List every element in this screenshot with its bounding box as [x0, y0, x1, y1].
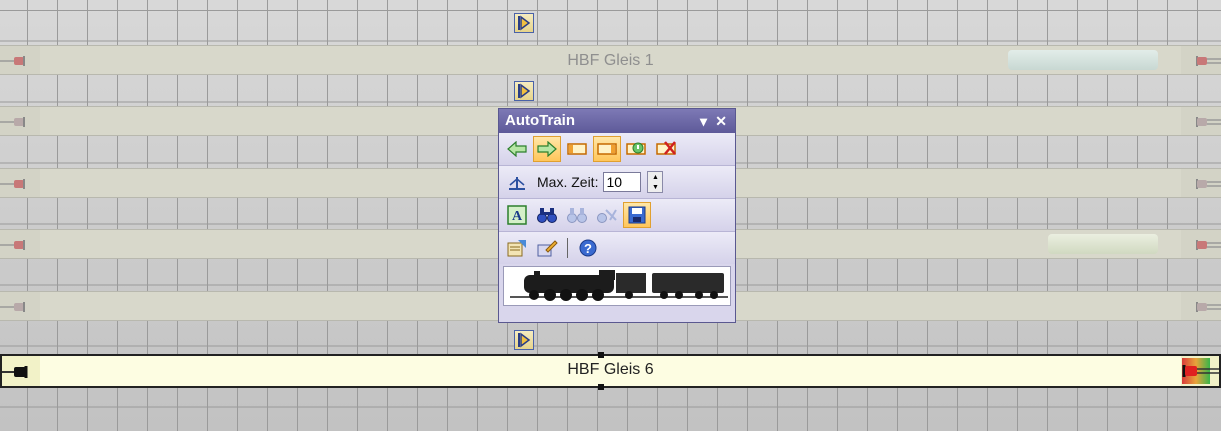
buffer-stop-right-icon: [1196, 117, 1221, 127]
help-button[interactable]: ?: [574, 235, 602, 261]
exit-signal-icon[interactable]: [1179, 356, 1219, 386]
track-label: HBF Gleis 6: [567, 361, 654, 378]
text-button[interactable]: A: [503, 202, 531, 228]
block-info-button[interactable]: [623, 136, 651, 162]
buffer-stop-right-icon: [1196, 240, 1221, 250]
find-next-button[interactable]: [563, 202, 591, 228]
max-time-input[interactable]: [603, 172, 642, 192]
binoculars-disabled-icon: [567, 208, 587, 223]
text-a-icon: A: [507, 205, 527, 225]
replace-disabled-icon: [597, 209, 617, 223]
dropdown-icon[interactable]: ▾: [700, 109, 707, 133]
svg-text:?: ?: [584, 241, 592, 256]
autotrain-panel: AutoTrain ▾ ✕ Max. Zeit: ▲ ▼: [498, 108, 736, 323]
locomotive-image: [503, 266, 731, 306]
signal-marker-gleis-6[interactable]: [514, 330, 534, 350]
panel-title: AutoTrain: [505, 112, 575, 129]
selection-handle[interactable]: [598, 352, 604, 358]
spin-down-icon[interactable]: ▼: [648, 182, 662, 192]
edit-tool-icon: [537, 240, 558, 257]
arrow-right-button[interactable]: [533, 136, 561, 162]
buffer-stop-right-icon: [1196, 302, 1221, 312]
signal-marker-gleis-1[interactable]: [514, 81, 534, 101]
arrow-left-icon: [507, 141, 527, 157]
properties-button[interactable]: [503, 235, 531, 261]
close-icon[interactable]: ✕: [715, 109, 727, 133]
save-button[interactable]: [623, 202, 651, 228]
timer-button[interactable]: [503, 169, 531, 195]
help-icon: ?: [579, 239, 597, 257]
buffer-stop-left-icon: [0, 302, 25, 312]
buffer-stop-left-icon: [0, 179, 25, 189]
search-toolbar: A: [499, 199, 735, 232]
block-delete-icon: [656, 141, 676, 155]
save-disk-icon: [628, 206, 646, 224]
timer-icon: [509, 177, 525, 190]
properties-icon: [507, 240, 526, 257]
replace-button[interactable]: [593, 202, 621, 228]
edit-tool-button[interactable]: [533, 235, 561, 261]
toolbar-separator: [567, 238, 568, 258]
max-time-label: Max. Zeit:: [537, 174, 599, 190]
max-time-row: Max. Zeit: ▲ ▼: [499, 166, 735, 199]
direction-toolbar: [499, 133, 735, 166]
block-delete-button[interactable]: [653, 136, 681, 162]
block-info-icon: [626, 142, 646, 155]
buffer-stop-left-icon: [0, 240, 25, 250]
panel-titlebar[interactable]: AutoTrain ▾ ✕: [499, 109, 735, 133]
binoculars-icon: [537, 208, 557, 223]
arrow-left-button[interactable]: [503, 136, 531, 162]
find-button[interactable]: [533, 202, 561, 228]
signal-marker-top[interactable]: [514, 13, 534, 33]
signal-play-icon: [518, 332, 531, 348]
block-icon: [597, 143, 617, 155]
block-left-button[interactable]: [563, 136, 591, 162]
track-gleis-1[interactable]: HBF Gleis 1: [0, 45, 1221, 75]
block-icon: [567, 143, 587, 155]
block-right-button[interactable]: [593, 136, 621, 162]
steam-locomotive-icon: [504, 267, 730, 305]
svg-text:A: A: [512, 209, 523, 224]
buffer-stop-right-icon: [1196, 56, 1221, 66]
train-image-gleis-4: [1048, 234, 1158, 254]
spin-up-icon[interactable]: ▲: [648, 172, 662, 182]
track-gleis-6[interactable]: HBF Gleis 6: [0, 352, 1221, 390]
buffer-stop-right-icon: [1196, 179, 1221, 189]
signal-play-icon: [518, 15, 531, 31]
track-label: HBF Gleis 1: [567, 52, 654, 69]
max-time-spinner[interactable]: ▲ ▼: [647, 171, 664, 193]
selection-handle[interactable]: [598, 384, 604, 390]
buffer-stop-left-icon: [0, 117, 25, 127]
arrow-right-icon: [537, 141, 557, 157]
tools-toolbar: ?: [499, 232, 735, 264]
signal-play-icon: [518, 83, 531, 99]
